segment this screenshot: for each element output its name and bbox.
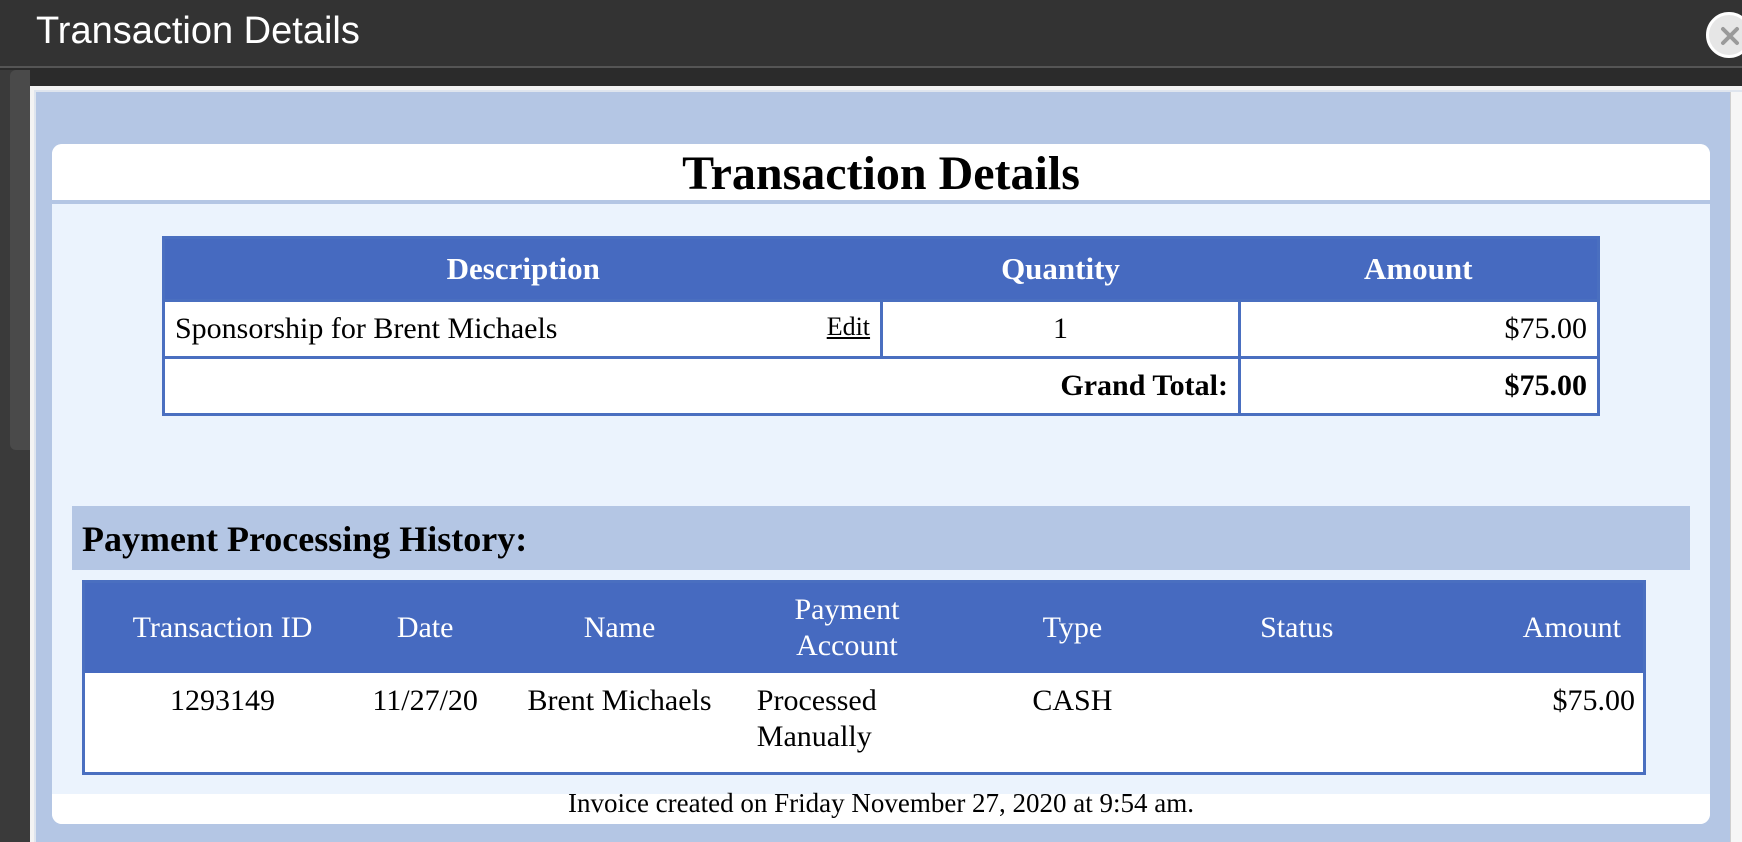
dialog-titlebar: Transaction Details <box>0 0 1742 68</box>
table-header-row: Description Quantity Amount <box>163 237 1599 301</box>
grand-total-label: Grand Total: <box>162 356 1241 416</box>
page-title: Transaction Details <box>682 147 1080 200</box>
history-header-row: Transaction ID Date Name Payment Account… <box>83 581 1645 673</box>
transaction-date: 11/27/20 <box>372 684 478 717</box>
payment-amount: $75.00 <box>1552 684 1636 717</box>
column-header-status: Status <box>1199 581 1394 673</box>
table-row: Sponsorship for Brent Michaels Edit 1 $7… <box>161 299 1601 359</box>
payment-type: CASH <box>1032 684 1113 717</box>
transaction-panel: Transaction Details Description Quantity… <box>52 144 1710 824</box>
close-icon <box>1721 27 1739 45</box>
column-header-amount: Amount <box>1239 237 1599 301</box>
history-title: Payment Processing History: <box>82 519 528 559</box>
column-header-date: Date <box>360 581 491 673</box>
payment-account: Processed Manually <box>756 684 877 753</box>
item-description-cell: Sponsorship for Brent Michaels Edit <box>161 299 884 359</box>
scrollbar[interactable] <box>1730 92 1742 842</box>
invoice-note: Invoice created on Friday November 27, 2… <box>567 788 1195 818</box>
background-page-edge <box>10 70 30 450</box>
item-quantity: 1 <box>880 299 1241 359</box>
payment-status <box>1200 673 1394 774</box>
column-header-transaction-id: Transaction ID <box>83 581 361 673</box>
table-row: 1293149 11/27/20 Brent Michaels Processe… <box>84 673 1645 774</box>
edit-link[interactable]: Edit <box>827 312 870 342</box>
column-header-description: Description <box>163 237 882 301</box>
column-header-name: Name <box>490 581 749 673</box>
payment-history-table: Transaction ID Date Name Payment Account… <box>82 580 1646 775</box>
dialog-title: Transaction Details <box>36 10 360 52</box>
column-header-type: Type <box>945 581 1200 673</box>
history-section-header: Payment Processing History: <box>72 506 1690 570</box>
transaction-id: 1293149 <box>170 684 276 717</box>
column-header-quantity: Quantity <box>881 237 1240 301</box>
grand-total-row: Grand Total: $75.00 <box>162 356 1601 416</box>
grand-total-value: $75.00 <box>1237 356 1601 416</box>
item-amount: $75.00 <box>1237 299 1601 359</box>
line-items-table: Description Quantity Amount Sponsorship … <box>161 236 1601 416</box>
item-description: Sponsorship for Brent Michaels <box>175 312 558 345</box>
column-header-amount: Amount <box>1393 581 1645 673</box>
panel-header: Transaction Details <box>52 144 1710 204</box>
payer-name: Brent Michaels <box>527 684 712 717</box>
column-header-payment-account: Payment Account <box>748 581 946 673</box>
